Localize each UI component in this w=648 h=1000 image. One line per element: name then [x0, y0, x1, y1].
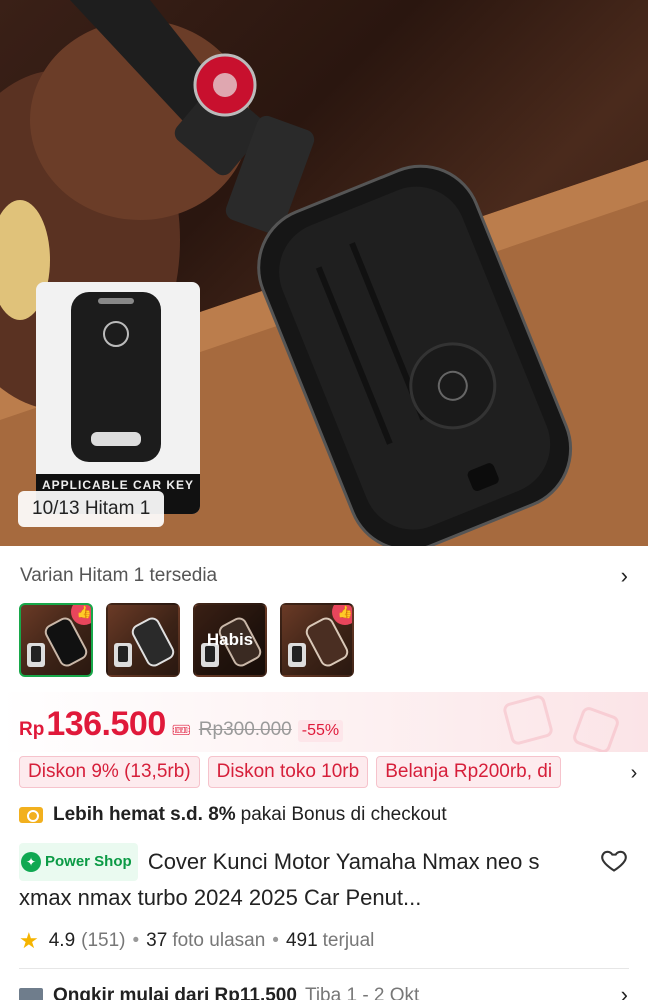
- original-price: Rp300.000: [198, 719, 292, 740]
- coupon-icon: 🎟: [171, 722, 191, 739]
- truck-icon: [19, 988, 43, 1000]
- chevron-right-icon: ›: [620, 563, 628, 588]
- price-row: Rp 136.500 🎟 Rp300.000 -55%: [19, 705, 344, 744]
- image-counter: 10/13 Hitam 1: [18, 491, 165, 527]
- promo-chip[interactable]: Belanja Rp200rb, di: [376, 756, 562, 788]
- separator-dot: •: [132, 930, 140, 951]
- thumbs-up-icon: 👍: [71, 605, 91, 625]
- applicable-key-inset: APPLICABLE CAR KEY: [36, 282, 200, 514]
- promo-chip[interactable]: Diskon toko 10rb: [207, 756, 369, 788]
- divider: [19, 968, 629, 969]
- promo-chips: Diskon 9% (13,5rb) Diskon toko 10rb Bela…: [19, 756, 629, 790]
- variant-thumb-2[interactable]: [106, 603, 180, 677]
- shipping-cost: Ongkir mulai dari Rp11.500: [53, 985, 297, 1000]
- variant-thumb-3: Habis: [193, 603, 267, 677]
- decoration-icon: [503, 695, 619, 752]
- power-shop-badge: ✦ Power Shop: [19, 843, 138, 881]
- variant-thumbnails: 👍 Habis 👍: [19, 603, 354, 677]
- shipping-eta: Tiba 1 - 2 Okt: [304, 985, 420, 1000]
- rating-value: 4.9: [48, 930, 76, 951]
- promo-chip[interactable]: Diskon 9% (13,5rb): [19, 756, 200, 788]
- bonus-highlight: Lebih hemat s.d. 8%: [53, 804, 236, 825]
- currency: Rp: [19, 719, 45, 740]
- key-cover-image: [128, 614, 178, 670]
- variant-selector[interactable]: Varian Hitam 1 tersedia ›: [0, 556, 648, 596]
- remote-mini-image: [288, 643, 306, 667]
- power-shop-icon: ✦: [21, 852, 41, 872]
- rating-stats[interactable]: ★ 4.9 (151) • 37 foto ulasan • 491 terju…: [19, 927, 374, 955]
- variant-label: Varian Hitam 1 tersedia: [20, 565, 218, 586]
- variant-thumb-1[interactable]: 👍: [19, 603, 93, 677]
- thumbs-up-icon: 👍: [332, 605, 352, 625]
- review-count: (151): [81, 930, 126, 951]
- sold-label: terjual: [322, 930, 375, 951]
- current-price: 136.500: [46, 705, 166, 743]
- photo-review-label: foto ulasan: [172, 930, 266, 951]
- discount-badge: -55%: [297, 720, 344, 742]
- bonus-text: pakai Bonus di checkout: [240, 804, 447, 825]
- star-icon: ★: [19, 928, 39, 953]
- power-shop-label: Power Shop: [45, 853, 132, 870]
- product-image-carousel[interactable]: APPLICABLE CAR KEY 10/13 Hitam 1: [0, 0, 648, 546]
- chevron-right-icon[interactable]: ›: [620, 758, 648, 788]
- sold-count: 491: [285, 930, 318, 951]
- bonus-info: Lebih hemat s.d. 8% pakai Bonus di check…: [19, 800, 447, 830]
- product-title-block: ✦ Power Shop Cover Kunci Motor Yamaha Nm…: [19, 843, 589, 915]
- variant-thumb-4[interactable]: 👍: [280, 603, 354, 677]
- heart-icon[interactable]: [600, 846, 628, 874]
- bonus-coin-icon: [19, 807, 43, 823]
- sold-out-label: Habis: [206, 630, 254, 649]
- remote-mini-image: [114, 643, 132, 667]
- separator-dot: •: [272, 930, 279, 951]
- chevron-right-icon[interactable]: ›: [621, 982, 628, 1000]
- shipping-info[interactable]: Ongkir mulai dari Rp11.500 Tiba 1 - 2 Ok…: [19, 984, 419, 1000]
- remote-mini-image: [27, 643, 45, 667]
- photo-review-count: 37: [146, 930, 168, 951]
